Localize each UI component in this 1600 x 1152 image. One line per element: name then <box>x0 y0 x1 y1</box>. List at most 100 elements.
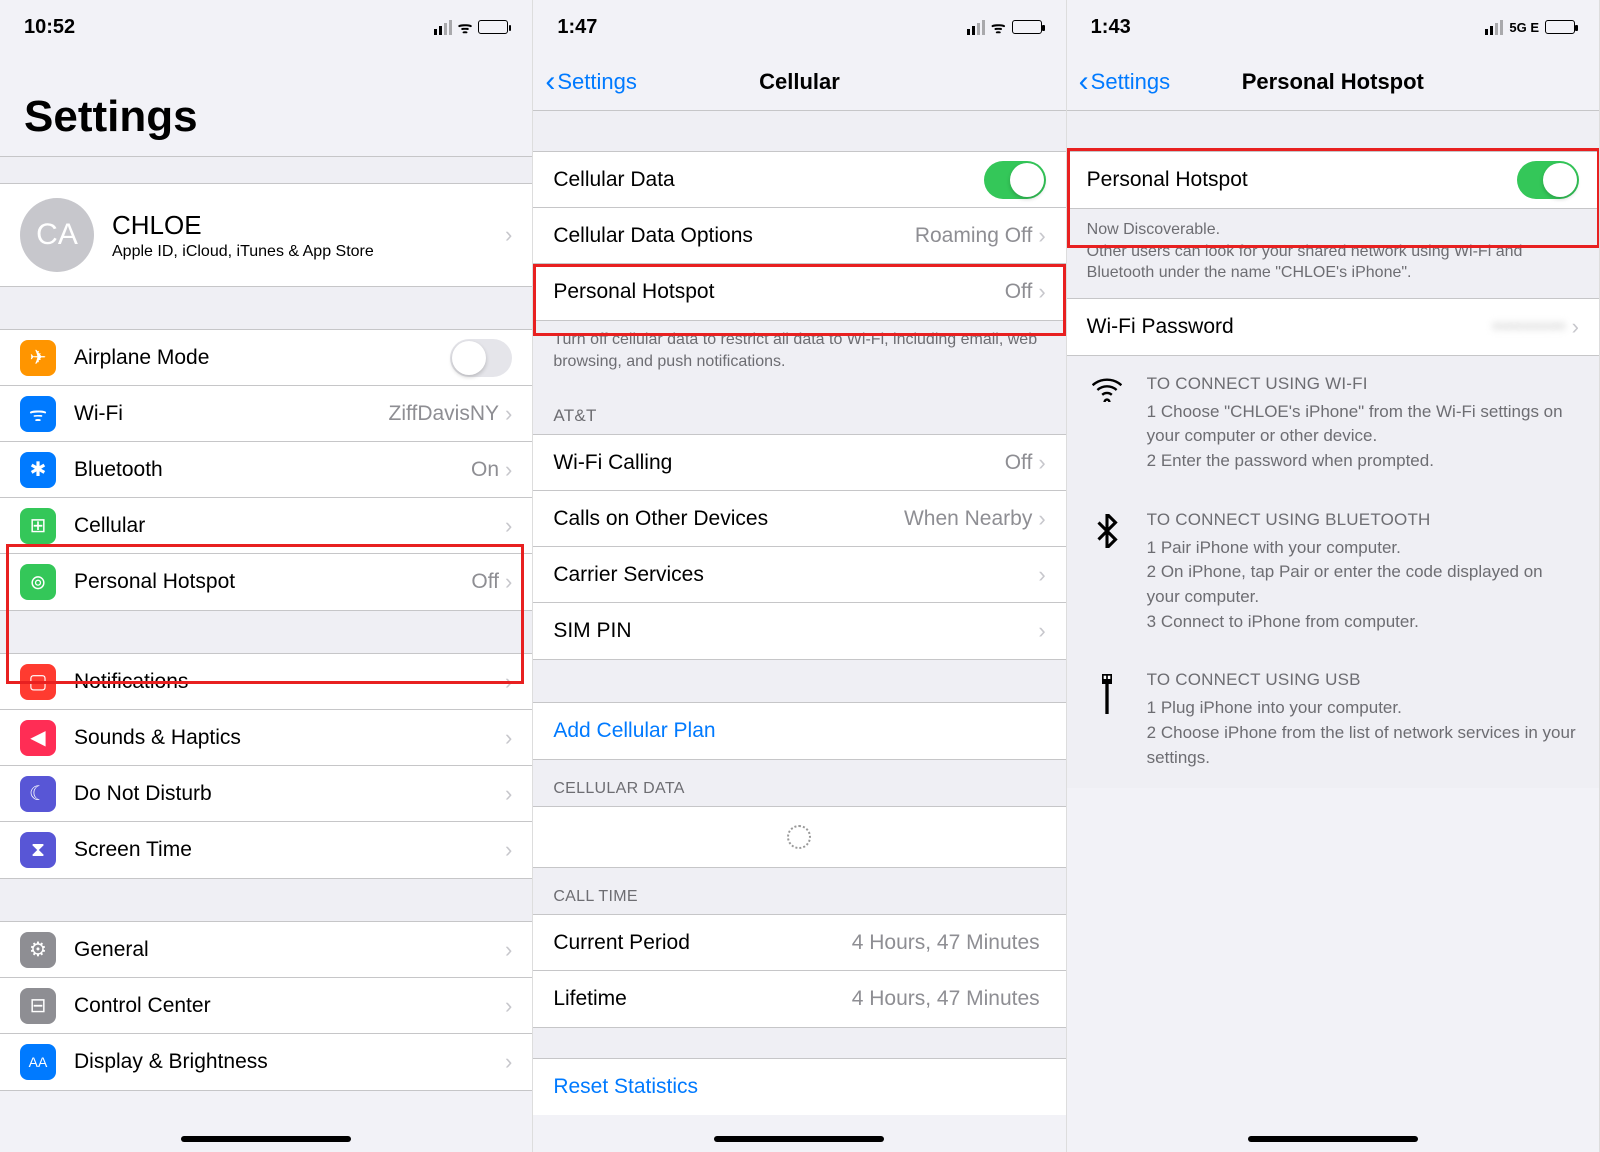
info-heading: TO CONNECT USING WI-FI <box>1147 374 1579 394</box>
row-label: Personal Hotspot <box>553 280 1004 304</box>
page-title: Settings <box>0 54 532 156</box>
chevron-right-icon: › <box>505 837 512 863</box>
back-button[interactable]: ‹ Settings <box>545 65 637 99</box>
toggle[interactable] <box>984 161 1046 199</box>
status-time: 10:52 <box>24 16 75 39</box>
row-value: When Nearby <box>904 507 1032 531</box>
usb-icon <box>1087 670 1127 770</box>
row-label: Notifications <box>74 670 505 694</box>
personal-hotspot-icon: ⊚ <box>20 564 56 600</box>
row-label: Bluetooth <box>74 458 471 482</box>
chevron-right-icon: › <box>505 1049 512 1075</box>
row-label: Screen Time <box>74 838 505 862</box>
airplane-mode-icon: ✈ <box>20 340 56 376</box>
settings-row[interactable]: ◀Sounds & Haptics› <box>0 710 532 766</box>
row-label: Lifetime <box>553 987 851 1011</box>
chevron-left-icon: ‹ <box>545 65 555 99</box>
personal-hotspot-screen: 1:43 5G E ‹ Settings Personal Hotspot Pe… <box>1067 0 1600 1152</box>
chevron-right-icon: › <box>505 401 512 427</box>
display-brightness-icon: AA <box>20 1044 56 1080</box>
info-heading: TO CONNECT USING BLUETOOTH <box>1147 510 1579 530</box>
bluetooth-icon <box>1087 510 1127 635</box>
settings-row[interactable]: ✈ Airplane Mode <box>0 330 532 386</box>
settings-row[interactable]: ⊟Control Center› <box>0 978 532 1034</box>
row-label: Do Not Disturb <box>74 782 505 806</box>
row-value: On <box>471 458 499 482</box>
settings-row[interactable]: Cellular Data <box>533 152 1065 208</box>
section-header-att: AT&T <box>533 386 1065 434</box>
settings-row[interactable]: ▢ Notifications› <box>0 654 532 710</box>
status-right: 5G E <box>1485 20 1575 35</box>
chevron-right-icon: › <box>505 513 512 539</box>
home-indicator <box>714 1136 884 1142</box>
row-label: Airplane Mode <box>74 346 450 370</box>
settings-row[interactable]: Personal HotspotOff› <box>533 264 1065 320</box>
battery-icon <box>478 20 508 34</box>
chevron-right-icon: › <box>1038 506 1045 532</box>
control-center-icon: ⊟ <box>20 988 56 1024</box>
hotspot-toggle-row[interactable]: Personal Hotspot <box>1067 152 1599 208</box>
home-indicator <box>1248 1136 1418 1142</box>
reset-statistics[interactable]: Reset Statistics <box>533 1059 1065 1115</box>
info-line: 2 Choose iPhone from the list of network… <box>1147 721 1579 770</box>
row-label: Control Center <box>74 994 505 1018</box>
notifications-icon: ▢ <box>20 664 56 700</box>
info-line: 2 On iPhone, tap Pair or enter the code … <box>1147 560 1579 609</box>
wifi-password-row[interactable]: Wi-Fi Password •••••••••• › <box>1067 299 1599 355</box>
toggle[interactable] <box>450 339 512 377</box>
wi-fi-icon: ᯤ <box>20 396 56 432</box>
chevron-right-icon: › <box>505 669 512 695</box>
row-label: General <box>74 938 505 962</box>
settings-row[interactable]: Carrier Services› <box>533 547 1065 603</box>
apple-id-row[interactable]: CA CHLOE Apple ID, iCloud, iTunes & App … <box>0 183 532 287</box>
battery-icon <box>1545 20 1575 34</box>
chevron-right-icon: › <box>505 725 512 751</box>
add-cellular-plan[interactable]: Add Cellular Plan <box>533 703 1065 759</box>
chevron-right-icon: › <box>1038 223 1045 249</box>
settings-row[interactable]: ✱BluetoothOn› <box>0 442 532 498</box>
status-bar: 1:43 5G E <box>1067 0 1599 54</box>
row-label: Sounds & Haptics <box>74 726 505 750</box>
info-line: 2 Enter the password when prompted. <box>1147 449 1579 474</box>
back-label: Settings <box>1091 69 1171 95</box>
chevron-right-icon: › <box>505 569 512 595</box>
battery-icon <box>1012 20 1042 34</box>
status-bar: 1:47 ᯤ <box>533 0 1065 54</box>
row-label: Wi-Fi Calling <box>553 451 1004 475</box>
profile-sub: Apple ID, iCloud, iTunes & App Store <box>112 243 505 261</box>
chevron-right-icon: › <box>1038 279 1045 305</box>
settings-row[interactable]: Cellular Data OptionsRoaming Off› <box>533 208 1065 264</box>
signal-icon <box>1485 20 1503 35</box>
wifi-icon: ᯤ <box>991 16 1006 38</box>
chevron-right-icon: › <box>505 937 512 963</box>
signal-icon <box>967 20 985 35</box>
chevron-right-icon: › <box>1038 562 1045 588</box>
settings-row[interactable]: ⊞Cellular› <box>0 498 532 554</box>
info-block: TO CONNECT USING BLUETOOTH1 Pair iPhone … <box>1067 492 1599 653</box>
info-line: 3 Connect to iPhone from computer. <box>1147 610 1579 635</box>
chevron-right-icon: › <box>1038 618 1045 644</box>
settings-row[interactable]: ⚙General› <box>0 922 532 978</box>
settings-row[interactable]: Wi-Fi CallingOff› <box>533 435 1065 491</box>
info-line: 1 Choose "CHLOE's iPhone" from the Wi-Fi… <box>1147 400 1579 449</box>
chevron-left-icon: ‹ <box>1079 65 1089 99</box>
settings-row[interactable]: AADisplay & Brightness› <box>0 1034 532 1090</box>
status-right: ᯤ <box>434 16 509 38</box>
settings-row[interactable]: ᯤWi-FiZiffDavisNY› <box>0 386 532 442</box>
hotspot-toggle[interactable] <box>1517 161 1579 199</box>
row-label: Cellular <box>74 514 505 538</box>
loading-row <box>533 807 1065 867</box>
status-right: ᯤ <box>967 16 1042 38</box>
settings-row[interactable]: ⧗Screen Time› <box>0 822 532 878</box>
row-value: Off <box>471 570 499 594</box>
back-button[interactable]: ‹ Settings <box>1079 65 1171 99</box>
settings-row[interactable]: ⊚Personal HotspotOff› <box>0 554 532 610</box>
row-value: Off <box>1005 280 1033 304</box>
settings-row[interactable]: Calls on Other DevicesWhen Nearby› <box>533 491 1065 547</box>
chevron-right-icon: › <box>505 222 512 248</box>
nav-bar: ‹ Settings Personal Hotspot <box>1067 54 1599 110</box>
spinner-icon <box>787 825 811 849</box>
settings-row[interactable]: ☾Do Not Disturb› <box>0 766 532 822</box>
call-time-row: Lifetime4 Hours, 47 Minutes <box>533 971 1065 1027</box>
settings-row[interactable]: SIM PIN› <box>533 603 1065 659</box>
